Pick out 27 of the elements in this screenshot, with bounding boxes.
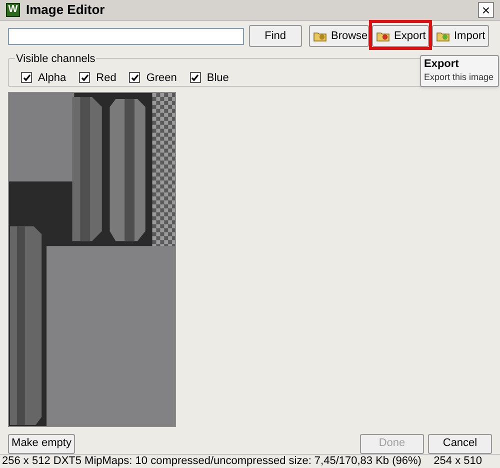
close-button[interactable]: × — [478, 2, 494, 18]
checkbox-label: Red — [96, 70, 116, 86]
button-label: Export — [394, 29, 426, 44]
checkbox-label: Green — [146, 70, 177, 86]
button-label: Import — [454, 29, 486, 44]
folder-badge-icon — [376, 30, 390, 42]
tooltip-text: Export this image — [424, 71, 495, 84]
checkbox[interactable] — [21, 72, 32, 84]
search-field[interactable] — [8, 28, 244, 45]
app-logo: W — [6, 2, 20, 17]
checkbox-label: Alpha — [38, 70, 66, 86]
status-dimensions: 254 x 510 — [434, 454, 482, 468]
tooltip-title: Export — [424, 58, 460, 71]
dialog-button[interactable]: Make empty — [8, 434, 75, 454]
checkbox[interactable] — [129, 72, 140, 84]
folder-icon — [313, 30, 327, 42]
folder-badge-icon — [436, 30, 450, 42]
checkbox[interactable] — [79, 72, 90, 84]
button-label: Browse — [331, 29, 368, 44]
dialog-button[interactable]: Cancel — [428, 434, 492, 454]
checkbox-label: Blue — [206, 70, 229, 86]
toolbar-button[interactable]: Browse — [309, 25, 369, 48]
checkbox[interactable] — [190, 72, 201, 84]
toolbar-button[interactable]: Import — [432, 25, 489, 48]
find-button[interactable]: Find — [249, 25, 302, 48]
status-text: 256 x 512 DXT5 MipMaps: 10 compressed/uncompressed size: 7,45/170,83 Kb (96%) — [2, 454, 422, 468]
window-title: Image Editor — [26, 1, 106, 20]
